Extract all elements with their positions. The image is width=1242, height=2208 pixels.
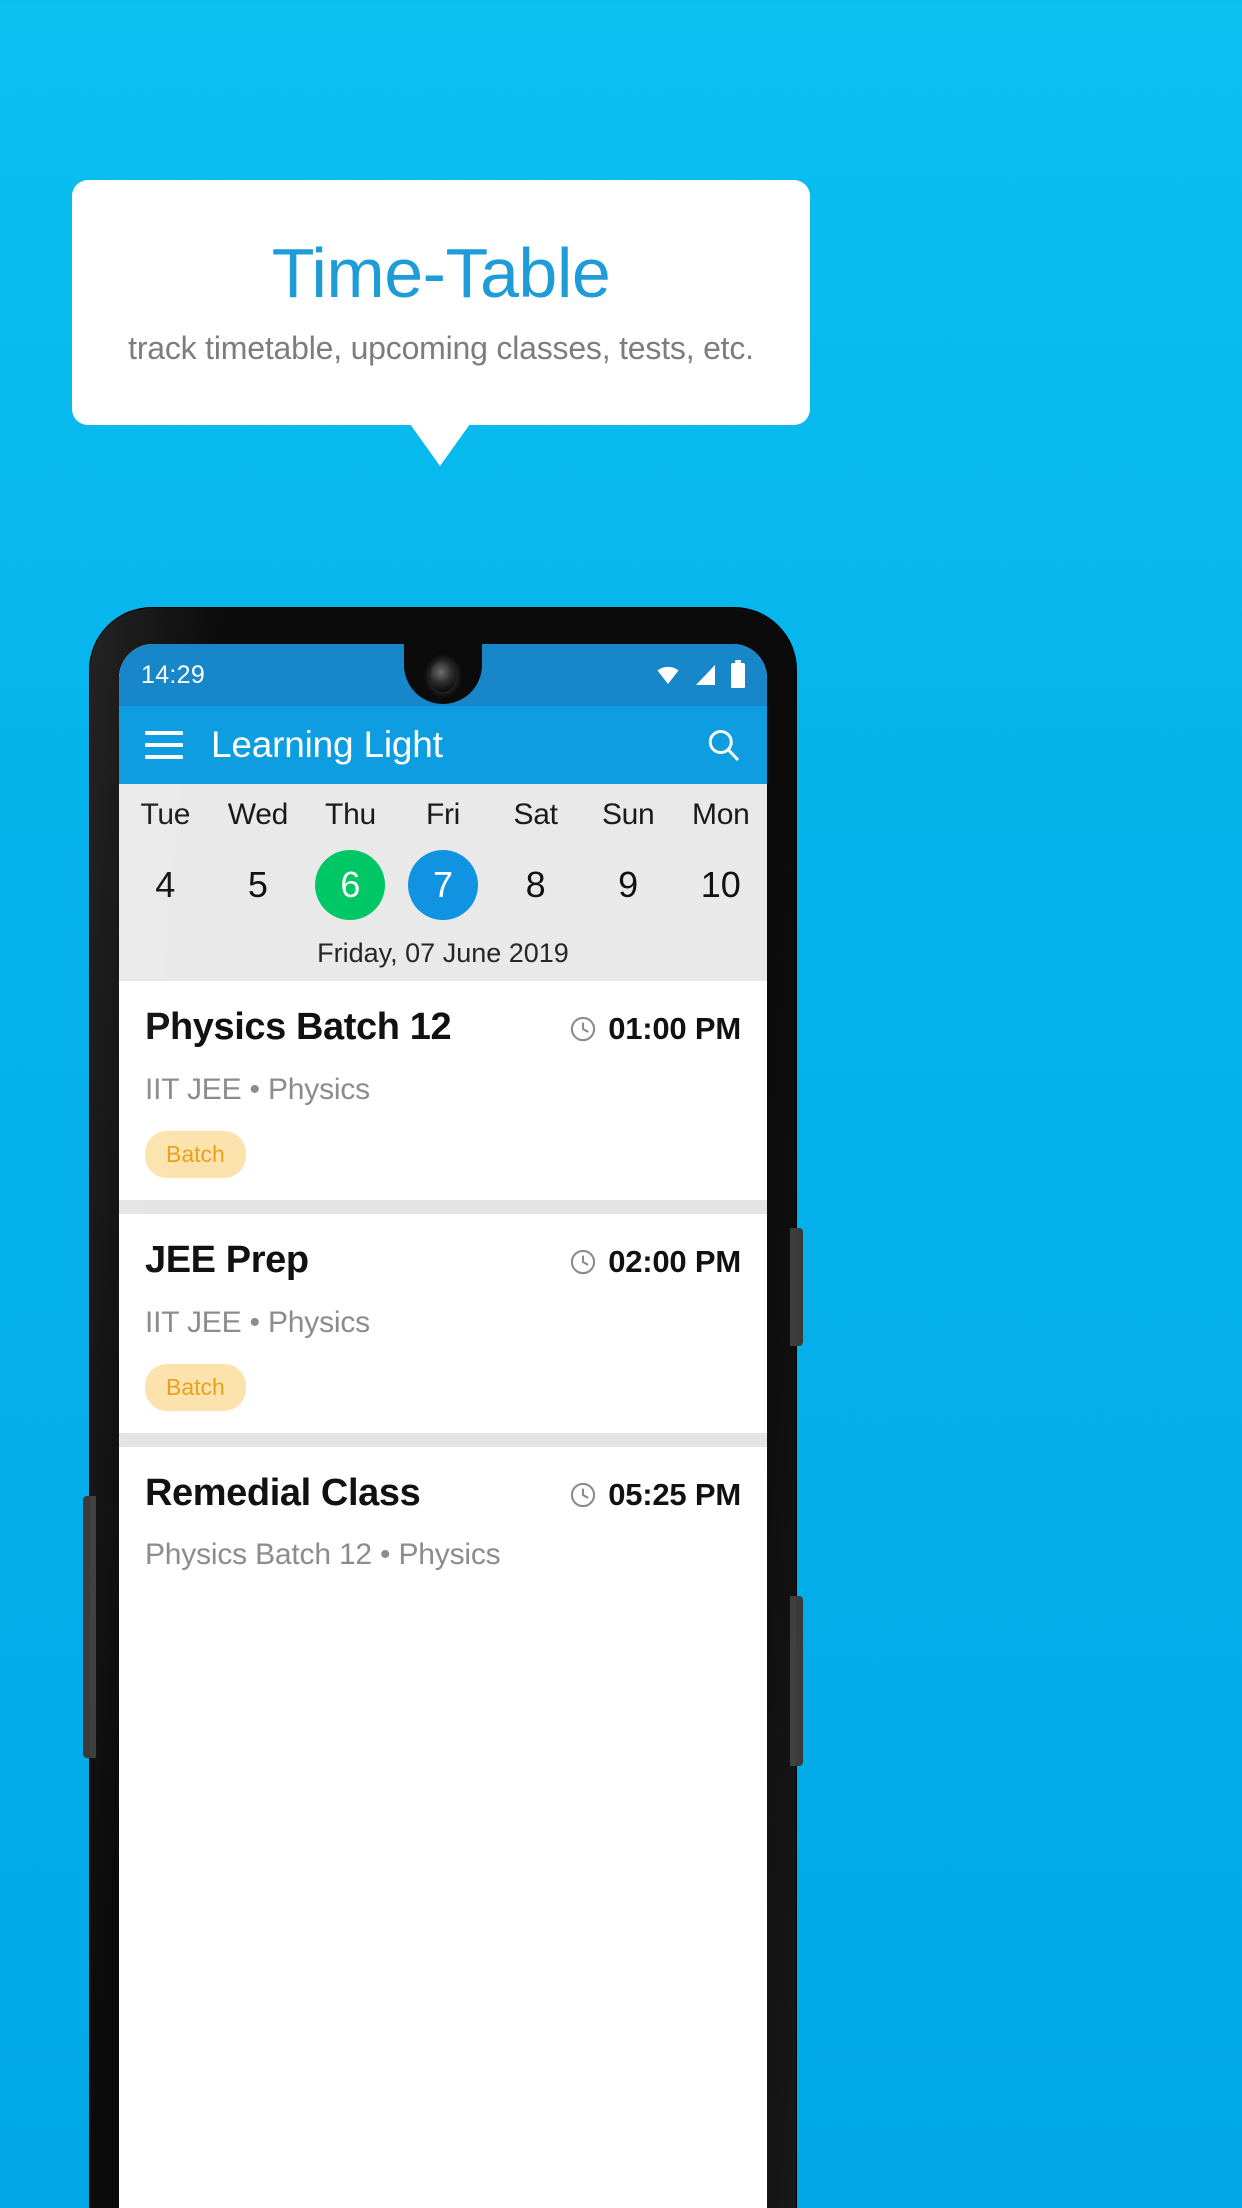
- status-badge: Batch: [145, 1130, 246, 1178]
- class-list: Physics Batch 12 01:00 PM IIT JEE • Phys…: [119, 981, 767, 1595]
- class-card-header: Physics Batch 12 01:00 PM: [145, 1006, 741, 1049]
- promo-title: Time-Table: [271, 234, 611, 312]
- promo-subtitle: track timetable, upcoming classes, tests…: [128, 330, 754, 366]
- class-time: 02:00 PM: [608, 1243, 741, 1279]
- day-name: Sun: [601, 798, 655, 831]
- promo-bubble: Time-Table track timetable, upcoming cla…: [72, 180, 810, 425]
- phone-side-button-right-top[interactable]: [790, 1228, 803, 1346]
- battery-icon: [731, 659, 745, 688]
- class-time-group: 05:25 PM: [569, 1473, 741, 1513]
- class-title: Remedial Class: [145, 1471, 421, 1514]
- phone-side-button-left[interactable]: [83, 1496, 96, 1758]
- day-number: 4: [155, 864, 176, 905]
- class-card-header: JEE Prep 02:00 PM: [145, 1238, 741, 1282]
- app-bar: Learning Light: [119, 706, 767, 784]
- signal-icon: [696, 665, 715, 685]
- status-bar-icons: [655, 659, 745, 688]
- day-number-selected: 7: [408, 850, 479, 920]
- day-name: Fri: [425, 798, 461, 831]
- day-name: Wed: [227, 798, 289, 831]
- day-cell-wed[interactable]: Wed 5: [212, 798, 305, 920]
- class-subtitle: IIT JEE • Physics: [145, 1305, 370, 1339]
- class-title: JEE Prep: [145, 1238, 309, 1281]
- day-number: 10: [700, 864, 741, 905]
- phone-screen: 14:29 Learning Light Tue 4 Wed 5 Thu 6 F…: [119, 644, 767, 2208]
- phone-side-button-right-bottom[interactable]: [790, 1596, 803, 1766]
- day-cell-sun[interactable]: Sun 9: [582, 798, 675, 920]
- day-name: Mon: [692, 798, 750, 831]
- class-card-header: Remedial Class 05:25 PM: [145, 1471, 741, 1515]
- day-number-today: 6: [315, 850, 386, 920]
- class-chip-row: Batch: [145, 1130, 741, 1178]
- clock-icon: [571, 1482, 596, 1507]
- status-bar: 14:29: [119, 644, 767, 706]
- day-name: Tue: [140, 798, 191, 831]
- phone-mockup-frame: 14:29 Learning Light Tue 4 Wed 5 Thu 6 F…: [83, 608, 803, 2208]
- class-time: 01:00 PM: [608, 1011, 741, 1046]
- class-card[interactable]: Remedial Class 05:25 PM Physics Batch 12…: [119, 1446, 767, 1595]
- day-cell-sat[interactable]: Sat 8: [489, 798, 582, 920]
- day-cell-fri[interactable]: Fri 7: [397, 798, 490, 920]
- hamburger-menu-icon[interactable]: [145, 731, 183, 759]
- clock-icon: [571, 1016, 596, 1042]
- day-name: Sat: [513, 798, 558, 831]
- day-number: 5: [247, 864, 268, 905]
- day-number: 8: [525, 864, 546, 905]
- promo-bubble-tail: [410, 424, 470, 466]
- day-row: Tue 4 Wed 5 Thu 6 Fri 7 Sat 8 Sun 9 Mon …: [119, 798, 767, 920]
- selected-date-label: Friday, 07 June 2019: [317, 938, 569, 968]
- day-name: Thu: [325, 798, 376, 831]
- class-card[interactable]: JEE Prep 02:00 PM IIT JEE • Physics Batc…: [119, 1213, 767, 1433]
- class-time: 05:25 PM: [608, 1476, 741, 1512]
- status-badge: Batch: [145, 1363, 246, 1411]
- search-icon[interactable]: [705, 727, 741, 763]
- date-strip: Tue 4 Wed 5 Thu 6 Fri 7 Sat 8 Sun 9 Mon …: [119, 784, 767, 981]
- clock-icon: [571, 1249, 596, 1274]
- day-number: 9: [618, 864, 639, 905]
- class-title: Physics Batch 12: [145, 1006, 452, 1048]
- class-chip-row: Batch: [145, 1363, 741, 1411]
- class-time-group: 02:00 PM: [569, 1240, 741, 1280]
- status-bar-time: 14:29: [141, 660, 206, 689]
- class-card[interactable]: Physics Batch 12 01:00 PM IIT JEE • Phys…: [119, 981, 767, 1200]
- day-cell-tue[interactable]: Tue 4: [119, 798, 212, 920]
- day-cell-thu[interactable]: Thu 6: [304, 798, 397, 920]
- wifi-icon: [657, 666, 679, 684]
- class-subtitle: Physics Batch 12 • Physics: [145, 1538, 501, 1572]
- day-cell-mon[interactable]: Mon 10: [674, 798, 767, 920]
- app-title: Learning Light: [211, 724, 443, 765]
- class-subtitle: IIT JEE • Physics: [145, 1072, 370, 1106]
- class-time-group: 01:00 PM: [569, 1007, 741, 1047]
